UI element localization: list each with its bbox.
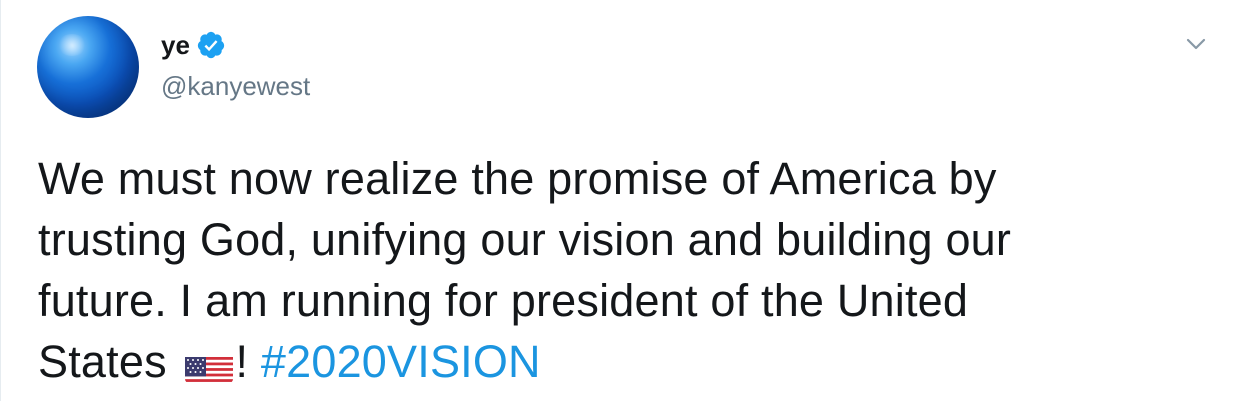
author-name-row: ye xyxy=(161,30,226,60)
tweet-text-line: We must now realize the promise of Ameri… xyxy=(38,153,997,204)
avatar[interactable] xyxy=(37,16,139,118)
display-name[interactable]: ye xyxy=(161,31,190,59)
tweet-text-line: States ! #2020VISION xyxy=(38,331,1218,392)
tweet-card: ye @kanyewest We must now realize the pr… xyxy=(0,0,1242,401)
tweet-text: We must now realize the promise of Ameri… xyxy=(38,148,1218,392)
us-flag-emoji xyxy=(185,347,234,383)
chevron-down-icon[interactable] xyxy=(1182,30,1210,58)
verified-badge-icon xyxy=(196,30,226,60)
tweet-text-line: future. I am running for president of th… xyxy=(38,275,969,326)
tweet-text-fragment: ! xyxy=(235,336,261,387)
user-handle[interactable]: @kanyewest xyxy=(161,71,310,101)
hashtag-link[interactable]: #2020VISION xyxy=(261,336,541,387)
tweet-text-fragment: States xyxy=(38,336,180,387)
tweet-text-line: trusting God, unifying our vision and bu… xyxy=(38,214,1012,265)
